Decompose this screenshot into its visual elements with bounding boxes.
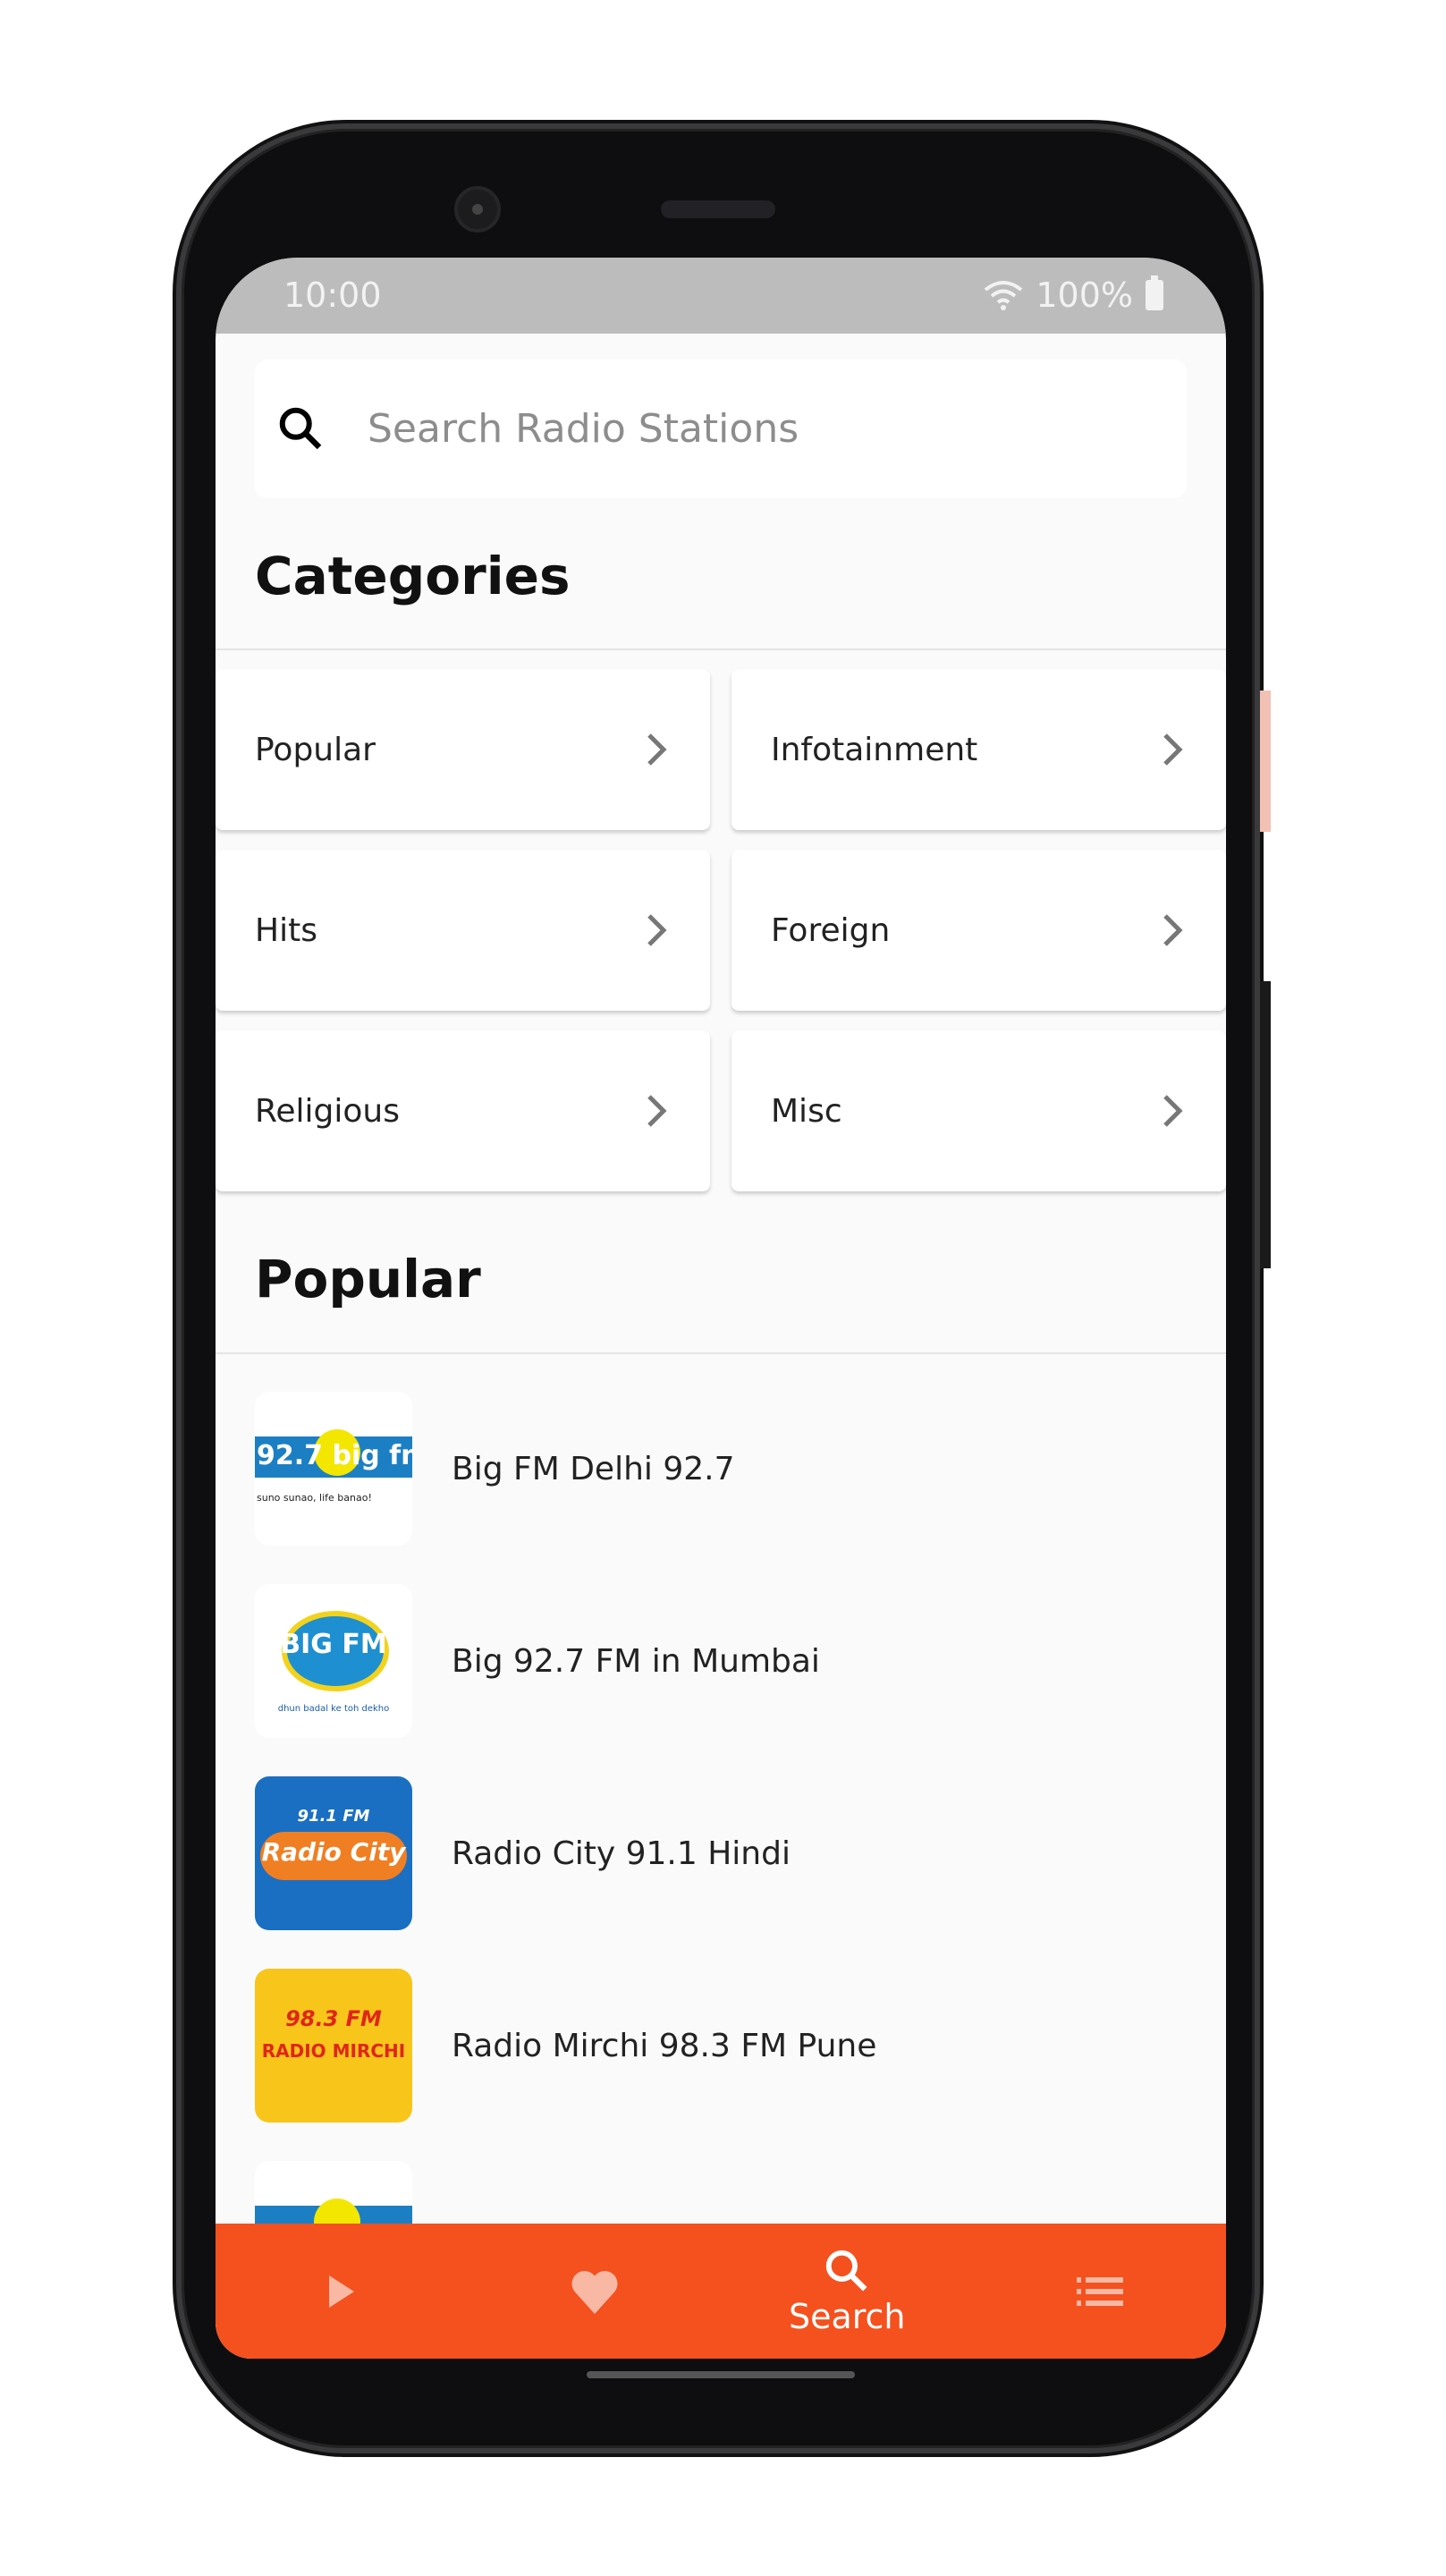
logo-text: Radio City [261,1837,406,1867]
tab-search[interactable]: Search [721,2224,974,2359]
station-list-item[interactable]: Radio City 91.1 FM Radio City 91.1 Hindi [255,1776,791,1930]
category-label: Misc [771,1092,842,1130]
battery-percent: 100% [1036,275,1133,315]
logo-text: BIG FM [280,1629,387,1660]
home-indicator[interactable] [587,2371,855,2378]
chevron-right-icon [1163,1095,1183,1127]
category-hits[interactable]: Hits [216,850,710,1011]
divider [216,648,1226,650]
heart-icon [571,2270,618,2314]
station-list-item[interactable]: 98.3 FM RADIO MIRCHI Radio Mirchi 98.3 F… [255,1969,876,2123]
station-logo: 92.7 big fm suno sunao, life banao! [255,1392,412,1546]
category-label: Religious [255,1092,400,1130]
categories-title: Categories [255,546,571,606]
search-input[interactable] [368,406,1172,452]
station-name: Big FM Delhi 92.7 [452,1450,735,1487]
status-time: 10:00 [283,275,382,315]
app-screen: 10:00 100% Categories Popular Infotainme… [216,258,1226,2359]
play-icon [329,2275,355,2308]
search-bar[interactable] [255,360,1187,498]
divider [216,1352,1226,1354]
chevron-right-icon [1163,914,1183,946]
station-name: Radio City 91.1 Hindi [452,1835,791,1872]
station-name: Radio Mirchi 98.3 FM Pune [452,2027,877,2064]
list-icon [1076,2276,1123,2306]
category-label: Hits [255,911,317,949]
battery-icon [1146,275,1163,310]
category-foreign[interactable]: Foreign [731,850,1226,1011]
logo-tagline: suno sunao, life banao! [257,1492,372,1504]
station-list-item[interactable]: 92.7 big fm suno sunao, life banao! Big … [255,1392,735,1546]
tab-favorites[interactable] [469,2224,722,2359]
chevron-right-icon [1163,733,1183,766]
category-label: Infotainment [771,731,978,768]
tab-player[interactable] [216,2224,469,2359]
logo-text: 92.7 big fm [257,1440,412,1471]
logo-text: RADIO MIRCHI [261,2040,406,2062]
station-logo: 98.3 FM RADIO MIRCHI [255,1969,412,2123]
station-logo: Radio City 91.1 FM [255,1776,412,1930]
category-popular[interactable]: Popular [216,669,710,830]
station-list-item[interactable]: BIG FM dhun badal ke toh dekho Big 92.7 … [255,1584,820,1738]
tab-categories[interactable] [974,2224,1227,2359]
station-logo: BIG FM dhun badal ke toh dekho [255,1584,412,1738]
chevron-right-icon [647,914,667,946]
category-religious[interactable]: Religious [216,1030,710,1191]
wifi-icon [985,281,1023,310]
logo-tagline: 98.3 FM [285,2006,382,2031]
search-icon [826,2250,867,2291]
category-label: Popular [255,731,376,768]
search-icon [279,407,322,449]
power-button [1260,981,1271,1268]
chevron-right-icon [647,1095,667,1127]
tab-label: Search [788,2296,906,2336]
volume-button [1260,691,1271,832]
speaker-grille [661,200,775,218]
bottom-navigation: Search [216,2224,1226,2359]
category-infotainment[interactable]: Infotainment [731,669,1226,830]
category-misc[interactable]: Misc [731,1030,1226,1191]
logo-tagline: 91.1 FM [297,1807,370,1826]
camera-icon [454,186,501,233]
station-name: Big 92.7 FM in Mumbai [452,1642,820,1680]
logo-tagline: dhun badal ke toh dekho [277,1704,390,1714]
status-bar: 10:00 100% [216,258,1226,334]
chevron-right-icon [647,733,667,766]
popular-title: Popular [255,1249,481,1309]
category-label: Foreign [771,911,891,949]
